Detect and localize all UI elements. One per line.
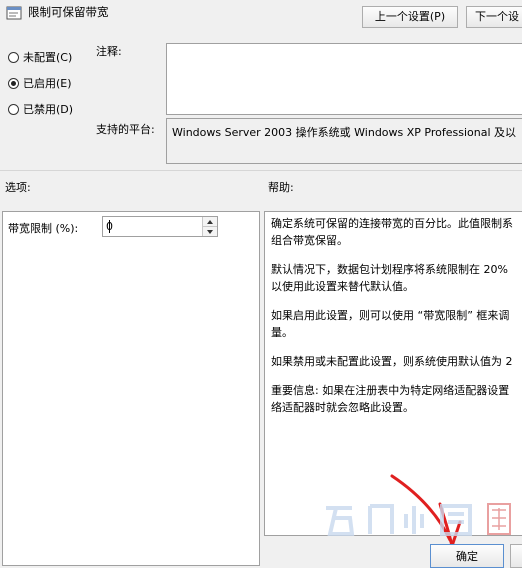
help-text-line: 重要信息: 如果在注册表中为特定网络适配器设置: [271, 384, 510, 397]
help-text-line: 络适配器时就会忽略此设置。: [271, 401, 414, 414]
window-title: 限制可保留带宽: [28, 5, 109, 19]
not-configured-label: 未配置(C): [23, 51, 73, 64]
disabled-option[interactable]: 已禁用(D): [8, 101, 73, 117]
not-configured-radio[interactable]: [8, 51, 19, 63]
bandwidth-limit-label: 带宽限制 (%):: [8, 222, 79, 235]
help-text-line: 组合带宽保留。: [271, 234, 348, 247]
spin-down-button[interactable]: [202, 227, 217, 236]
help-text-line: 如果启用此设置，则可以使用 “带宽限制” 框来调: [271, 309, 510, 322]
supported-platform-label: 支持的平台:: [96, 123, 155, 136]
help-text-line: 确定系统可保留的连接带宽的百分比。此值限制系: [271, 217, 513, 230]
disabled-label: 已禁用(D): [23, 103, 74, 116]
supported-platform-value: Windows Server 2003 操作系统或 Windows XP Pro…: [172, 126, 517, 139]
arrow-down-icon: [207, 230, 213, 234]
help-section-label: 帮助:: [268, 181, 294, 194]
help-text-line: 如果禁用或未配置此设置，则系统使用默认值为 2: [271, 355, 513, 368]
enabled-option[interactable]: 已启用(E): [8, 75, 72, 91]
next-setting-button[interactable]: 下一个设: [466, 6, 522, 28]
arrow-up-icon: [207, 220, 213, 224]
help-text-line: 默认情况下，数据包计划程序将系统限制在 20%: [271, 263, 508, 276]
enabled-label: 已启用(E): [23, 77, 72, 90]
spin-up-button[interactable]: [202, 217, 217, 227]
comment-label: 注释:: [96, 45, 122, 58]
options-panel: [2, 211, 260, 566]
section-divider: [0, 170, 522, 171]
help-text-line: 量。: [271, 326, 293, 339]
previous-setting-button[interactable]: 上一个设置(P): [362, 6, 458, 28]
disabled-radio[interactable]: [8, 103, 19, 115]
ok-button[interactable]: 确定: [430, 544, 504, 568]
cancel-button[interactable]: [510, 544, 522, 568]
comment-textarea[interactable]: [166, 43, 522, 115]
text-cursor: [109, 220, 110, 233]
policy-setting-icon: [6, 5, 22, 21]
watermark-logo: [326, 503, 511, 536]
supported-platform-field: Windows Server 2003 操作系统或 Windows XP Pro…: [166, 118, 522, 164]
not-configured-option[interactable]: 未配置(C): [8, 49, 72, 65]
enabled-radio[interactable]: [8, 77, 19, 89]
help-text-line: 以使用此设置来替代默认值。: [271, 280, 414, 293]
options-section-label: 选项:: [5, 181, 31, 194]
bandwidth-limit-spinner[interactable]: 0: [102, 216, 218, 237]
